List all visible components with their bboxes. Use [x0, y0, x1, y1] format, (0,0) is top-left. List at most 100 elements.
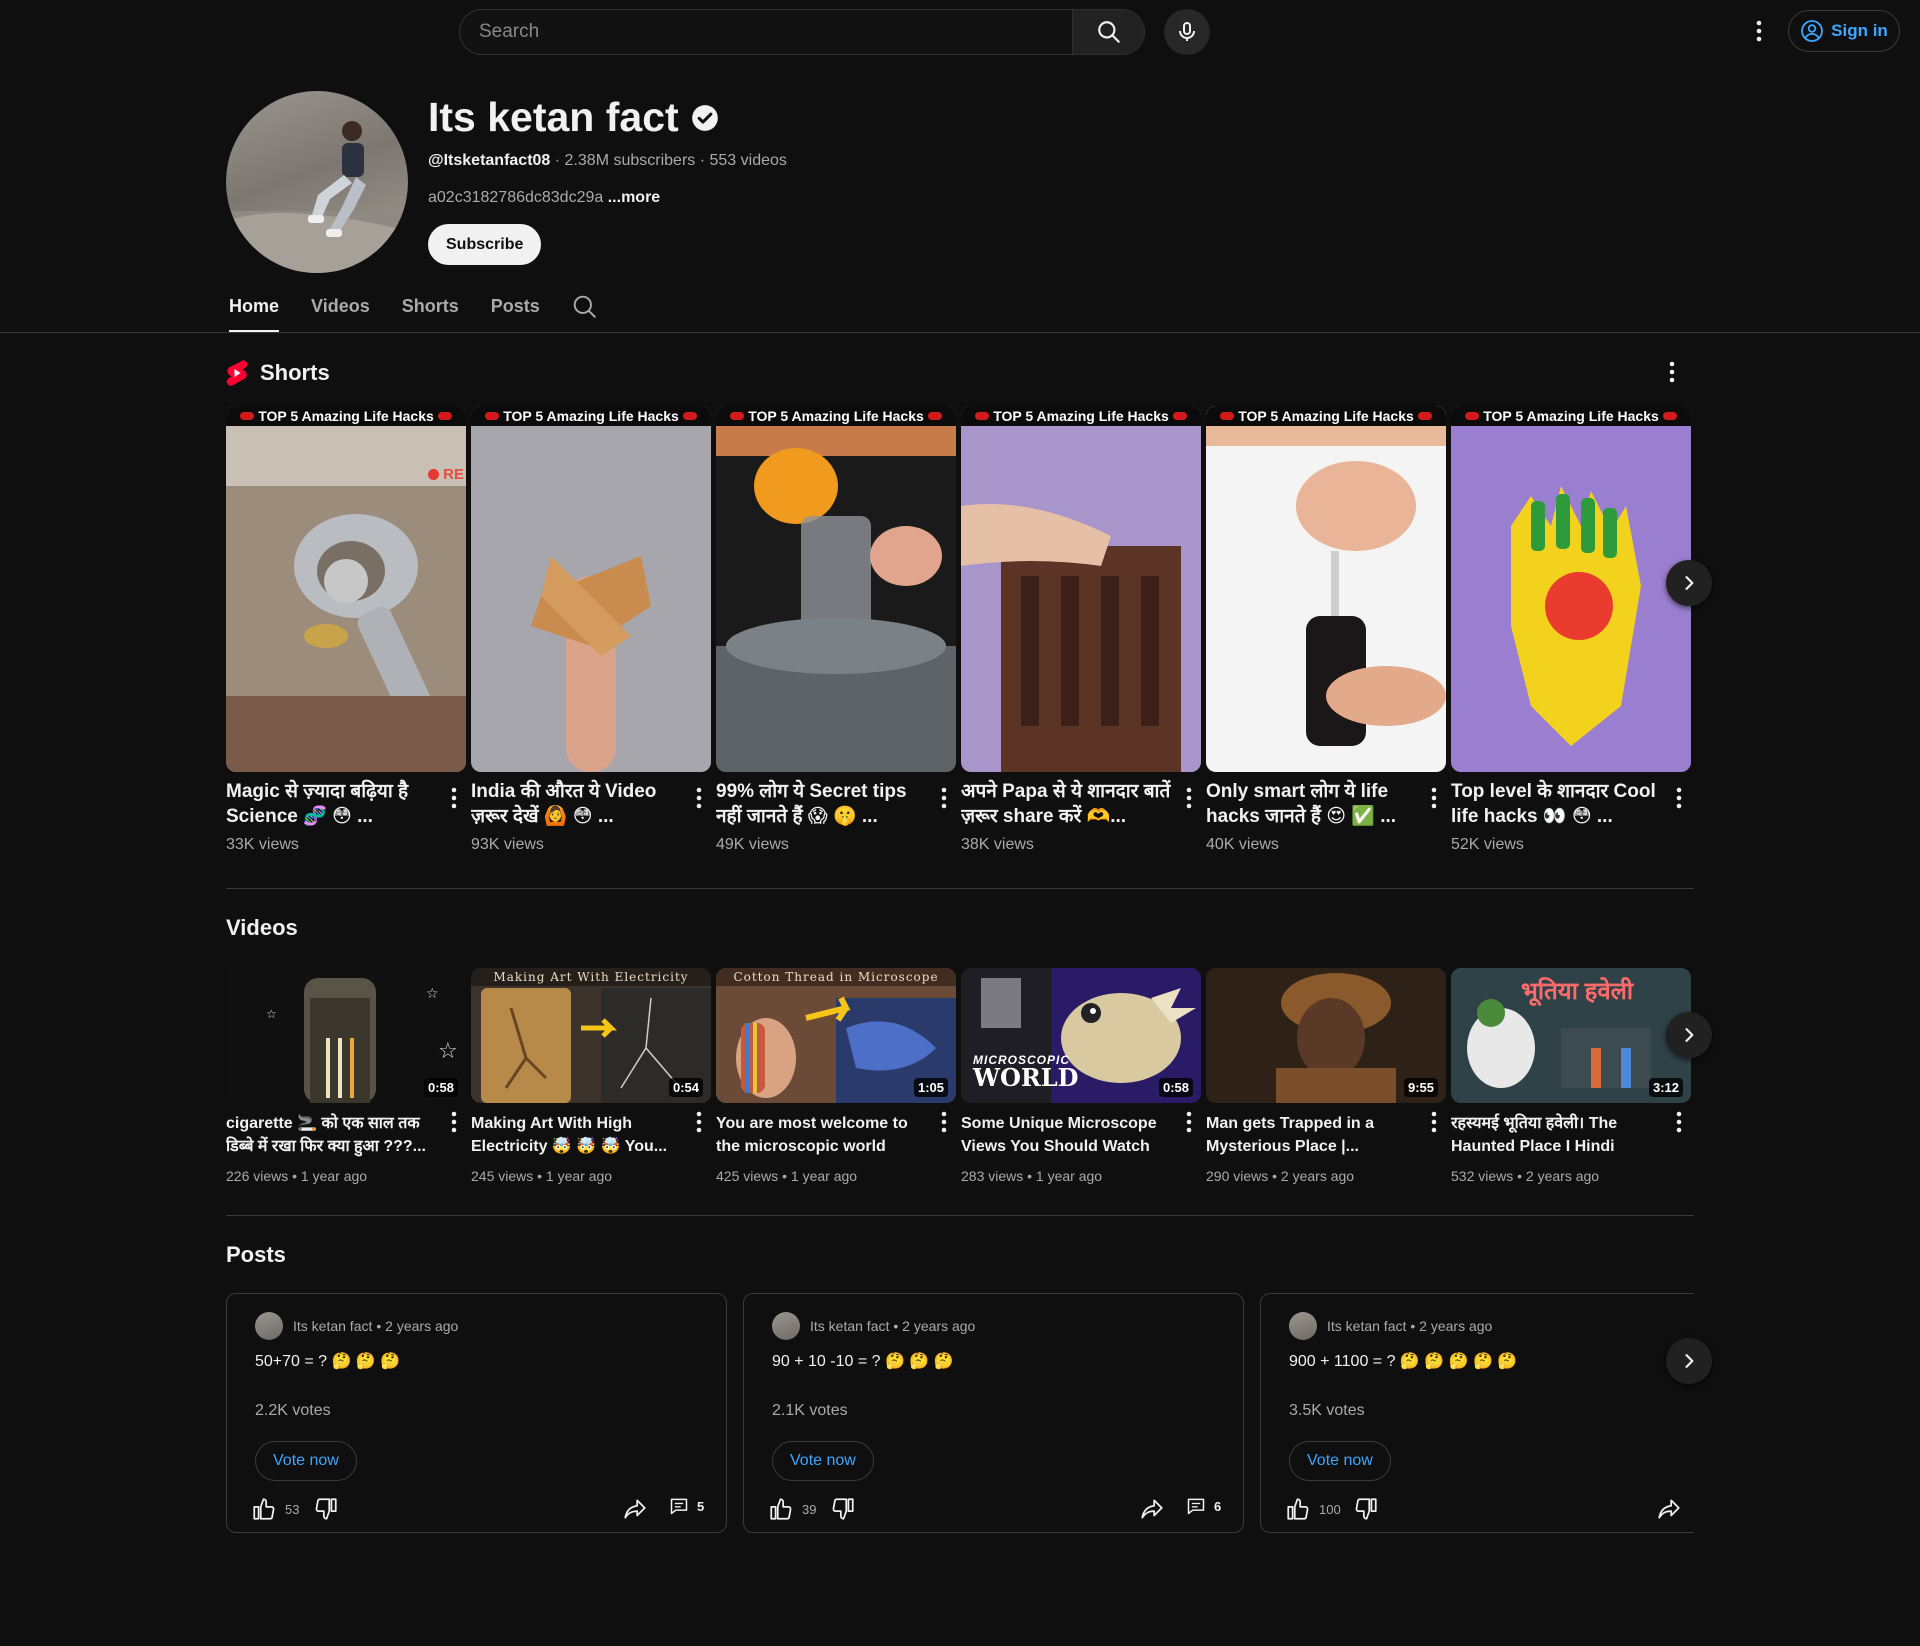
short-menu-button[interactable] [1422, 786, 1446, 810]
short-menu-button[interactable] [442, 786, 466, 810]
video-title[interactable]: Man gets Trapped in a Mysterious Place |… [1206, 1112, 1416, 1158]
video-thumbnail[interactable]: 9:55 [1206, 968, 1446, 1103]
author-name[interactable]: Its ketan fact [1327, 1318, 1406, 1334]
shorts-next-button[interactable] [1666, 560, 1712, 606]
like-button[interactable]: 39 [768, 1496, 816, 1522]
more-vert-icon [1669, 361, 1675, 383]
tab-home[interactable]: Home [229, 288, 280, 333]
vote-now-button[interactable]: Vote now [772, 1441, 874, 1481]
short-title[interactable]: India की औरत ये Video ज़रूर देखें 🙆 😳 ..… [471, 779, 681, 829]
short-menu-button[interactable] [687, 786, 711, 810]
channel-handle: @Itsketanfact08 [428, 152, 551, 169]
more-vert-icon [1676, 1111, 1682, 1133]
video-item[interactable]: MICROSCOPIC WORLD 0:58 Some Unique Micro… [961, 968, 1201, 1184]
short-title[interactable]: Magic से ज़्यादा बढ़िया है Science 🧬 😳 .… [226, 779, 436, 829]
video-menu-button[interactable] [442, 1110, 466, 1134]
verified-badge-icon [691, 104, 718, 131]
vote-now-button[interactable]: Vote now [1289, 1441, 1391, 1481]
post-card[interactable]: Its ketan fact • 2 years ago 90 + 10 -10… [743, 1293, 1244, 1533]
short-thumbnail[interactable]: TOP 5 Amazing Life Hacks [961, 406, 1201, 772]
video-menu-button[interactable] [932, 1110, 956, 1134]
voice-search-button[interactable] [1164, 9, 1210, 55]
dislike-button[interactable] [1353, 1496, 1379, 1522]
more-vert-icon [941, 1111, 947, 1133]
short-thumbnail[interactable]: TOP 5 Amazing Life Hacks RE [226, 406, 466, 772]
author-name[interactable]: Its ketan fact [293, 1318, 372, 1334]
video-item[interactable]: ☆ ☆ ☆ 0:58 cigarette 🚬 को एक साल तक डिब्… [226, 968, 466, 1184]
video-title[interactable]: Making Art With High Electricity 🤯 🤯 🤯 Y… [471, 1112, 681, 1158]
share-button[interactable] [621, 1496, 649, 1522]
dislike-button[interactable] [830, 1496, 856, 1522]
tab-videos[interactable]: Videos [311, 288, 370, 333]
short-title[interactable]: अपने Papa से ये शानदार बातें ज़रूर share… [961, 779, 1171, 829]
short-item[interactable]: TOP 5 Amazing Life Hacks RE Magic से ज़्… [226, 406, 466, 853]
video-title[interactable]: cigarette 🚬 को एक साल तक डिब्बे में रखा … [226, 1112, 436, 1158]
search-input[interactable] [460, 10, 1072, 54]
thumbs-up-icon [1287, 1498, 1309, 1520]
short-item[interactable]: TOP 5 Amazing Life Hacks Only smart लोग … [1206, 406, 1446, 853]
video-menu-button[interactable] [1667, 1110, 1691, 1134]
short-title[interactable]: 99% लोग ये Secret tips नहीं जानते हैं 😱 … [716, 779, 926, 829]
shorts-shelf: TOP 5 Amazing Life Hacks RE Magic से ज़्… [226, 406, 1691, 853]
videos-next-button[interactable] [1666, 1012, 1712, 1058]
settings-menu-button[interactable] [1744, 16, 1774, 46]
shorts-section-menu[interactable] [1660, 360, 1684, 384]
short-title[interactable]: Top level के शानदार Cool life hacks 👀 😳 … [1451, 779, 1661, 829]
subscribe-button[interactable]: Subscribe [428, 224, 542, 265]
short-menu-button[interactable] [932, 786, 956, 810]
share-button[interactable] [1138, 1496, 1166, 1522]
video-item[interactable]: भूतिया हवेली 3:12 रहस्यमई भूतिया हवेली। … [1451, 968, 1691, 1184]
description-more-link[interactable]: ...more [608, 189, 660, 206]
short-item[interactable]: TOP 5 Amazing Life Hacks 99% लोग ये Secr… [716, 406, 956, 853]
video-item[interactable]: 9:55 Man gets Trapped in a Mysterious Pl… [1206, 968, 1446, 1184]
channel-avatar[interactable] [226, 91, 408, 273]
share-button[interactable] [1655, 1496, 1683, 1522]
short-item[interactable]: TOP 5 Amazing Life Hacks Top level के शा… [1451, 406, 1691, 853]
author-name[interactable]: Its ketan fact [810, 1318, 889, 1334]
videos-section-title[interactable]: Videos [226, 915, 298, 941]
video-menu-button[interactable] [1422, 1110, 1446, 1134]
comments-button[interactable]: 6 [1186, 1496, 1221, 1516]
search-button[interactable] [1072, 10, 1144, 54]
tab-shorts[interactable]: Shorts [402, 288, 459, 333]
short-item[interactable]: TOP 5 Amazing Life Hacks अपने Papa से ये… [961, 406, 1201, 853]
video-thumbnail[interactable]: भूतिया हवेली 3:12 [1451, 968, 1691, 1103]
video-thumbnail[interactable]: Making Art With Electricity 0:54 [471, 968, 711, 1103]
short-menu-button[interactable] [1177, 786, 1201, 810]
short-item[interactable]: TOP 5 Amazing Life Hacks India की औरत ये… [471, 406, 711, 853]
author-avatar[interactable] [255, 1312, 283, 1340]
post-card[interactable]: Its ketan fact • 2 years ago 50+70 = ? 🤔… [226, 1293, 727, 1533]
short-thumbnail[interactable]: TOP 5 Amazing Life Hacks [471, 406, 711, 772]
video-meta: 290 views • 2 years ago [1206, 1168, 1355, 1184]
video-title[interactable]: रहस्यमई भूतिया हवेली। The Haunted Place … [1451, 1112, 1661, 1158]
short-thumbnail[interactable]: TOP 5 Amazing Life Hacks [1451, 406, 1691, 772]
video-thumbnail[interactable]: Cotton Thread in Microscope 1:05 [716, 968, 956, 1103]
video-menu-button[interactable] [687, 1110, 711, 1134]
author-avatar[interactable] [1289, 1312, 1317, 1340]
posts-next-button[interactable] [1666, 1338, 1712, 1384]
channel-search-button[interactable] [572, 294, 598, 325]
short-menu-button[interactable] [1667, 786, 1691, 810]
short-thumbnail[interactable]: TOP 5 Amazing Life Hacks [1206, 406, 1446, 772]
dislike-button[interactable] [313, 1496, 339, 1522]
channel-description[interactable]: a02c3182786dc83dc29a ...more [428, 189, 660, 207]
video-menu-button[interactable] [1177, 1110, 1201, 1134]
video-item[interactable]: Making Art With Electricity 0:54 Making … [471, 968, 711, 1184]
short-title[interactable]: Only smart लोग ये life hacks जानते हैं 😍… [1206, 779, 1416, 829]
comments-button[interactable]: 5 [669, 1496, 704, 1516]
short-thumbnail[interactable]: TOP 5 Amazing Life Hacks [716, 406, 956, 772]
video-thumbnail[interactable]: MICROSCOPIC WORLD 0:58 [961, 968, 1201, 1103]
author-avatar[interactable] [772, 1312, 800, 1340]
video-title[interactable]: You are most welcome to the microscopic … [716, 1112, 926, 1158]
like-button[interactable]: 100 [1285, 1496, 1341, 1522]
videos-shelf: ☆ ☆ ☆ 0:58 cigarette 🚬 को एक साल तक डिब्… [226, 968, 1691, 1184]
video-thumbnail[interactable]: ☆ ☆ ☆ 0:58 [226, 968, 466, 1103]
video-item[interactable]: Cotton Thread in Microscope 1:05 You are… [716, 968, 956, 1184]
sign-in-button[interactable]: Sign in [1788, 10, 1900, 52]
posts-section-title[interactable]: Posts [226, 1242, 286, 1268]
video-title[interactable]: Some Unique Microscope Views You Should … [961, 1112, 1171, 1158]
post-card[interactable]: Its ketan fact • 2 years ago 900 + 1100 … [1260, 1293, 1694, 1533]
vote-now-button[interactable]: Vote now [255, 1441, 357, 1481]
tab-posts[interactable]: Posts [491, 288, 540, 333]
like-button[interactable]: 53 [251, 1496, 299, 1522]
